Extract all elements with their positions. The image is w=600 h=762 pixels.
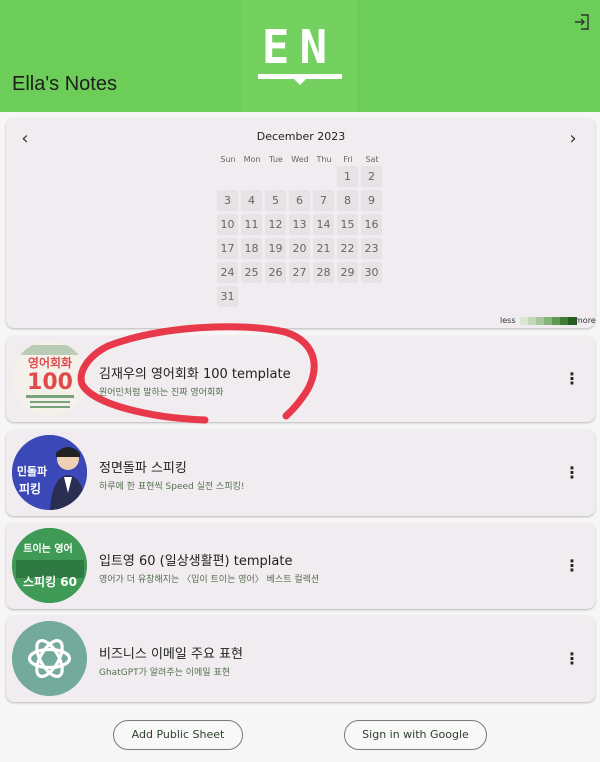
calendar-day[interactable]: 24 (217, 262, 238, 283)
legend-less-label: less (500, 316, 516, 325)
weekday-label: Sat (365, 155, 379, 164)
sheet-subtitle: 원어민처럼 말하는 진짜 영어회화 (99, 388, 224, 398)
app-title: Ella's Notes (12, 73, 117, 95)
calendar-day[interactable]: 12 (265, 214, 286, 235)
app-header: EN Ella's Notes (0, 0, 600, 112)
legend-more-label: more (575, 316, 596, 325)
sheet-thumbnail: 트이는 영어 스피킹 60 (12, 528, 87, 603)
book-cover-image: 민돌파 피킹 (12, 435, 87, 510)
logo-text: EN (261, 20, 338, 74)
book-icon (258, 74, 342, 85)
calendar-day[interactable]: 15 (337, 214, 358, 235)
calendar-day[interactable]: 28 (313, 262, 334, 283)
calendar-day[interactable]: 31 (217, 286, 238, 307)
thumb-text-top: 트이는 영어 (23, 542, 72, 555)
calendar-month-label: December 2023 (256, 130, 346, 143)
calendar-day[interactable]: 8 (337, 190, 358, 211)
weekday-label: Thu (316, 155, 332, 164)
weekday-label: Tue (269, 155, 283, 164)
calendar-day[interactable]: 14 (313, 214, 334, 235)
calendar-day[interactable]: 5 (265, 190, 286, 211)
calendar-day[interactable]: 19 (265, 238, 286, 259)
calendar-day[interactable]: 11 (241, 214, 262, 235)
login-icon[interactable] (572, 12, 592, 32)
calendar-day[interactable]: 1 (337, 166, 358, 187)
weekday-label: Wed (291, 155, 309, 164)
calendar-day[interactable]: 13 (289, 214, 310, 235)
sheet-title: 김재우의 영어회화 100 template (99, 367, 291, 382)
sheet-thumbnail: 영어회화 100 (12, 341, 87, 416)
app-logo: EN (242, 0, 357, 112)
sheet-card[interactable]: 영어회화 100 김재우의 영어회화 100 template 원어민처럼 말하… (6, 336, 595, 422)
calendar-day[interactable]: 23 (361, 238, 382, 259)
weekday-label: Mon (243, 155, 261, 164)
sheet-title: 비즈니스 이메일 주요 표현 (99, 647, 243, 662)
calendar-day[interactable]: 17 (217, 238, 238, 259)
sheet-card[interactable]: 트이는 영어 스피킹 60 입트영 60 (일상생활편) template 영어… (6, 523, 595, 609)
chevron-right-icon[interactable]: › (562, 128, 584, 150)
chevron-left-icon[interactable]: ‹ (14, 128, 36, 150)
calendar-day[interactable]: 27 (289, 262, 310, 283)
thumb-text-big: 100 (27, 370, 73, 395)
calendar-day[interactable]: 30 (361, 262, 382, 283)
openai-logo-icon (12, 621, 87, 696)
calendar-day[interactable]: 18 (241, 238, 262, 259)
sheet-card[interactable]: 민돌파 피킹 정면돌파 스피킹 하루에 한 표현씩 Speed 실전 스피킹! … (6, 430, 595, 516)
calendar-day[interactable]: 6 (289, 190, 310, 211)
more-vert-icon[interactable]: ⋮ (562, 463, 582, 483)
sheet-subtitle: GhatGPT가 알려주는 이메일 표현 (99, 668, 231, 678)
weekday-label: Fri (343, 155, 353, 164)
calendar-day[interactable]: 16 (361, 214, 382, 235)
thumb-text-top: 영어회화 (28, 355, 72, 370)
sheet-thumbnail: 민돌파 피킹 (12, 435, 87, 510)
thumb-text-big: 스피킹 60 (23, 574, 77, 589)
calendar-day[interactable]: 9 (361, 190, 382, 211)
calendar-day[interactable]: 21 (313, 238, 334, 259)
sheet-title: 정면돌파 스피킹 (99, 461, 187, 476)
weekday-label: Sun (220, 155, 236, 164)
calendar-day[interactable]: 25 (241, 262, 262, 283)
sheet-subtitle: 영어가 더 유창해지는 〈입이 트이는 영어〉 베스트 컬렉션 (99, 575, 320, 585)
calendar-day[interactable]: 2 (361, 166, 382, 187)
calendar-day[interactable]: 29 (337, 262, 358, 283)
more-vert-icon[interactable]: ⋮ (562, 649, 582, 669)
calendar-day[interactable]: 20 (289, 238, 310, 259)
more-vert-icon[interactable]: ⋮ (562, 556, 582, 576)
calendar-day[interactable]: 3 (217, 190, 238, 211)
sheet-title: 입트영 60 (일상생활편) template (99, 554, 293, 569)
thumb-text-top: 민돌파 (17, 464, 48, 478)
thumb-text-big: 피킹 (19, 481, 41, 496)
book-cover-image: 영어회화 100 (12, 341, 87, 416)
calendar-day[interactable]: 10 (217, 214, 238, 235)
sign-in-google-button[interactable]: Sign in with Google (344, 720, 487, 750)
sheet-card[interactable]: 비즈니스 이메일 주요 표현 GhatGPT가 알려주는 이메일 표현 ⋮ (6, 616, 595, 702)
calendar-day[interactable]: 7 (313, 190, 334, 211)
book-cover-image: 트이는 영어 스피킹 60 (12, 528, 87, 603)
more-vert-icon[interactable]: ⋮ (562, 369, 582, 389)
sheet-subtitle: 하루에 한 표현씩 Speed 실전 스피킹! (99, 482, 245, 492)
calendar-day[interactable]: 4 (241, 190, 262, 211)
calendar-day[interactable]: 22 (337, 238, 358, 259)
activity-calendar: ‹ December 2023 › Sun Mon Tue Wed Thu Fri Sat 1… (6, 118, 596, 328)
calendar-day[interactable]: 26 (265, 262, 286, 283)
add-public-sheet-button[interactable]: Add Public Sheet (113, 720, 243, 750)
